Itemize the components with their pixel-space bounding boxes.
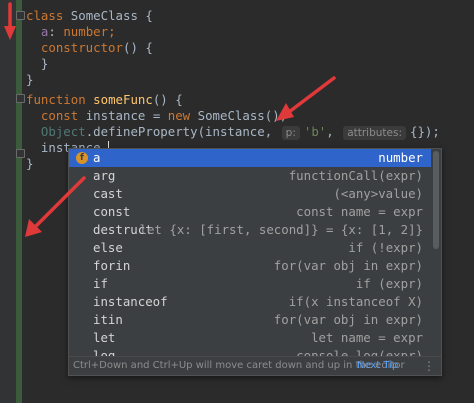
arrow-bottom-left-icon [28,176,86,234]
arrow-right-icon [283,76,336,117]
annotation-arrows [4,2,336,237]
